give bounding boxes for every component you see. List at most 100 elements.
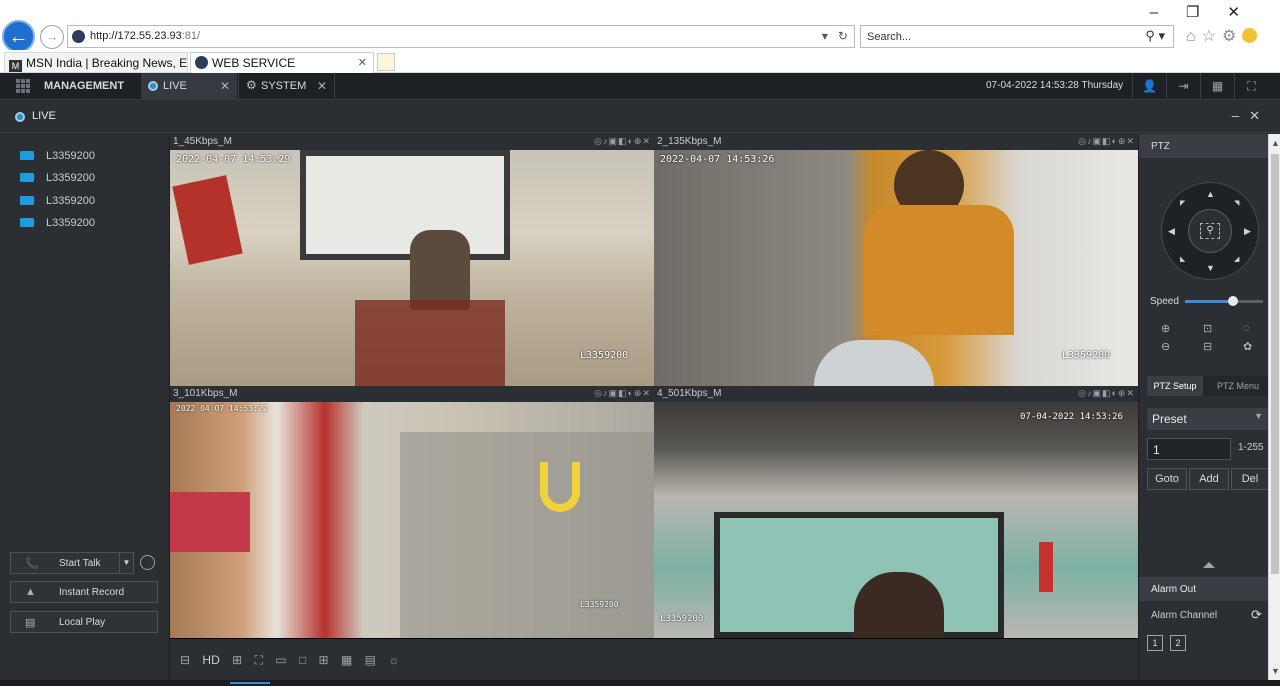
local-play-button[interactable]: ▤ Local Play: [10, 611, 158, 633]
close-icon[interactable]: ✕: [358, 56, 367, 69]
instant-record-button[interactable]: ▲ Instant Record: [10, 581, 158, 603]
logo-shape: [540, 462, 580, 512]
address-bar[interactable]: http://172.55.23.93:81/ ▾ ↻: [67, 25, 855, 48]
arrow-down-left-icon[interactable]: ◣: [1180, 255, 1185, 263]
tab-ptz-menu[interactable]: PTZ Menu: [1207, 376, 1269, 396]
iris-close-icon[interactable]: ✿: [1243, 340, 1252, 353]
pane-tools[interactable]: ◎♪▣◧◐⊕✕: [1078, 136, 1135, 147]
scroll-thumb[interactable]: [1271, 154, 1279, 574]
tab-ptz-setup[interactable]: PTZ Setup: [1147, 376, 1203, 396]
arrow-up-left-icon[interactable]: ◤: [1180, 199, 1185, 207]
focus-near-icon[interactable]: ⊡: [1203, 322, 1212, 335]
layout-custom-icon[interactable]: ▤: [365, 653, 376, 667]
arrow-down-icon[interactable]: ▼: [1206, 263, 1215, 273]
new-tab-button[interactable]: [377, 53, 395, 71]
fit-icon[interactable]: ⛶: [255, 653, 263, 668]
arrow-up-icon[interactable]: ▲: [1206, 189, 1215, 199]
panel-window-controls[interactable]: –✕: [1232, 108, 1270, 124]
alarm-channel-2[interactable]: 2: [1170, 635, 1186, 651]
layout-1-icon[interactable]: □: [299, 653, 306, 667]
close-icon[interactable]: ✕: [317, 79, 327, 93]
zoom-in-icon[interactable]: ⊕: [1161, 322, 1170, 335]
page-scrollbar[interactable]: ▲ ▼: [1268, 134, 1280, 680]
chevron-down-icon: ▼: [1254, 411, 1263, 421]
video-pane-4[interactable]: 4_501Kbps_M ◎♪▣◧◐⊕✕ 07-04-2022 14:53:26 L…: [654, 386, 1138, 638]
live-dot-icon: [148, 81, 158, 91]
speed-fill: [1185, 300, 1234, 303]
layout-4-icon[interactable]: ⊞: [319, 653, 329, 667]
hd-toggle[interactable]: HD: [202, 653, 219, 667]
preset-select[interactable]: Preset ▼: [1147, 408, 1269, 430]
forward-button[interactable]: →: [40, 25, 64, 49]
back-button[interactable]: ←: [2, 20, 35, 53]
layout-9-icon[interactable]: ▦: [341, 653, 352, 667]
phone-icon: 📞: [25, 558, 39, 570]
full-icon[interactable]: ▭: [275, 653, 286, 667]
refresh-icon[interactable]: ⟳: [1251, 607, 1262, 623]
arrow-left-icon[interactable]: ◀: [1168, 226, 1175, 237]
video-pane-2[interactable]: 2_135Kbps_M ◎♪▣◧◐⊕✕ 2022-04-07 14:53:26 L…: [654, 134, 1138, 386]
person-shape: [854, 572, 944, 638]
pane-tools[interactable]: ◎♪▣◧◐⊕✕: [594, 136, 651, 147]
focus-far-icon[interactable]: ⊟: [1203, 340, 1212, 353]
brightness-icon[interactable]: ☼: [388, 653, 399, 667]
ptz-subtabs: PTZ Setup PTZ Menu: [1147, 376, 1269, 396]
smiley-icon[interactable]: [1242, 28, 1258, 43]
preset-number-input[interactable]: 1: [1147, 438, 1231, 460]
speed-slider[interactable]: [1185, 296, 1263, 306]
osd-timestamp: 07-04-2022 14:53:26: [1020, 412, 1123, 422]
refresh-icon[interactable]: ▾ ↻: [822, 29, 848, 43]
device-item[interactable]: L3359200: [20, 195, 95, 213]
logout-icon[interactable]: ⇥: [1166, 73, 1200, 99]
browser-tab-web-service[interactable]: WEB SERVICE ✕: [190, 52, 374, 73]
delete-button[interactable]: Del: [1231, 468, 1269, 490]
device-item[interactable]: L3359200: [20, 150, 95, 168]
fullscreen-icon[interactable]: ⛶: [1234, 73, 1268, 99]
scroll-down-icon[interactable]: ▼: [1271, 666, 1280, 676]
scroll-up-icon[interactable]: ▲: [1271, 138, 1280, 148]
browser-toolbar: ← → http://172.55.23.93:81/ ▾ ↻ Search..…: [0, 0, 1280, 53]
goto-button[interactable]: Goto: [1147, 468, 1187, 490]
osd-timestamp: 2022-04-07 14:53:29: [176, 154, 291, 165]
search-icon[interactable]: ⚲ ▾: [1145, 28, 1165, 44]
chevron-down-icon[interactable]: ▼: [119, 553, 133, 573]
zoom-search-icon[interactable]: ⚲: [1200, 223, 1220, 239]
video-pane-1[interactable]: 1_45Kbps_M ◎♪▣◧◐⊕✕ 2022-04-07 14:53:29 L3…: [170, 134, 654, 386]
iris-open-icon[interactable]: ◌: [1243, 322, 1250, 334]
tab-system[interactable]: ⚙ SYSTEM ✕: [238, 73, 335, 99]
alarm-channel-1[interactable]: 1: [1147, 635, 1163, 651]
talk-status-indicator[interactable]: [140, 555, 155, 570]
add-button[interactable]: Add: [1189, 468, 1229, 490]
window-controls[interactable]: –❐✕: [1150, 3, 1268, 21]
arrow-up-right-icon[interactable]: ◥: [1234, 199, 1239, 207]
osd-timestamp: 2022-04-07 14:53:26: [660, 154, 775, 165]
pane-tools[interactable]: ◎♪▣◧◐⊕✕: [1078, 388, 1135, 399]
close-icon[interactable]: ✕: [220, 79, 230, 93]
management-button[interactable]: MANAGEMENT: [0, 73, 141, 99]
pane-title: 3_101Kbps_M ◎♪▣◧◐⊕✕: [170, 386, 654, 402]
wide-icon[interactable]: ⊟: [180, 653, 190, 667]
device-item[interactable]: L3359200: [20, 217, 95, 235]
pane-tools[interactable]: ◎♪▣◧◐⊕✕: [594, 388, 651, 399]
arrow-down-right-icon[interactable]: ◢: [1234, 255, 1239, 263]
device-item[interactable]: L3359200: [20, 172, 95, 190]
tab-live[interactable]: LIVE ✕: [141, 73, 237, 99]
zoom-out-icon[interactable]: ⊖: [1161, 340, 1170, 353]
arrow-right-icon[interactable]: ▶: [1244, 226, 1251, 237]
collapse-icon[interactable]: [1203, 562, 1215, 568]
speed-label: Speed: [1150, 296, 1179, 307]
browser-tab-msn[interactable]: M MSN India | Breaking News, En...: [4, 52, 188, 73]
person-shape: [410, 230, 470, 310]
ratio-icon[interactable]: ⊞: [232, 653, 242, 667]
progress-indicator: [230, 682, 270, 684]
person-shirt-shape: [864, 205, 1014, 335]
video-toolbar: ⊟ HD ⊞ ⛶ ▭ □ ⊞ ▦ ▤ ☼: [170, 639, 1138, 680]
ptz-joystick[interactable]: ▲ ▼ ◀ ▶ ◤ ◥ ◣ ◢ ⚲: [1161, 182, 1259, 280]
speed-handle[interactable]: [1228, 296, 1239, 306]
browser-tool-icons[interactable]: ⌂☆⚙: [1186, 26, 1258, 46]
search-input[interactable]: Search... ⚲ ▾: [860, 25, 1174, 48]
video-pane-3[interactable]: 3_101Kbps_M ◎♪▣◧◐⊕✕ 2022 04 07 14:53:22 L…: [170, 386, 654, 638]
start-talk-button[interactable]: 📞 Start Talk ▼: [10, 552, 134, 574]
layout-icon[interactable]: ▦: [1200, 73, 1234, 99]
user-icon[interactable]: 👤: [1132, 73, 1166, 99]
